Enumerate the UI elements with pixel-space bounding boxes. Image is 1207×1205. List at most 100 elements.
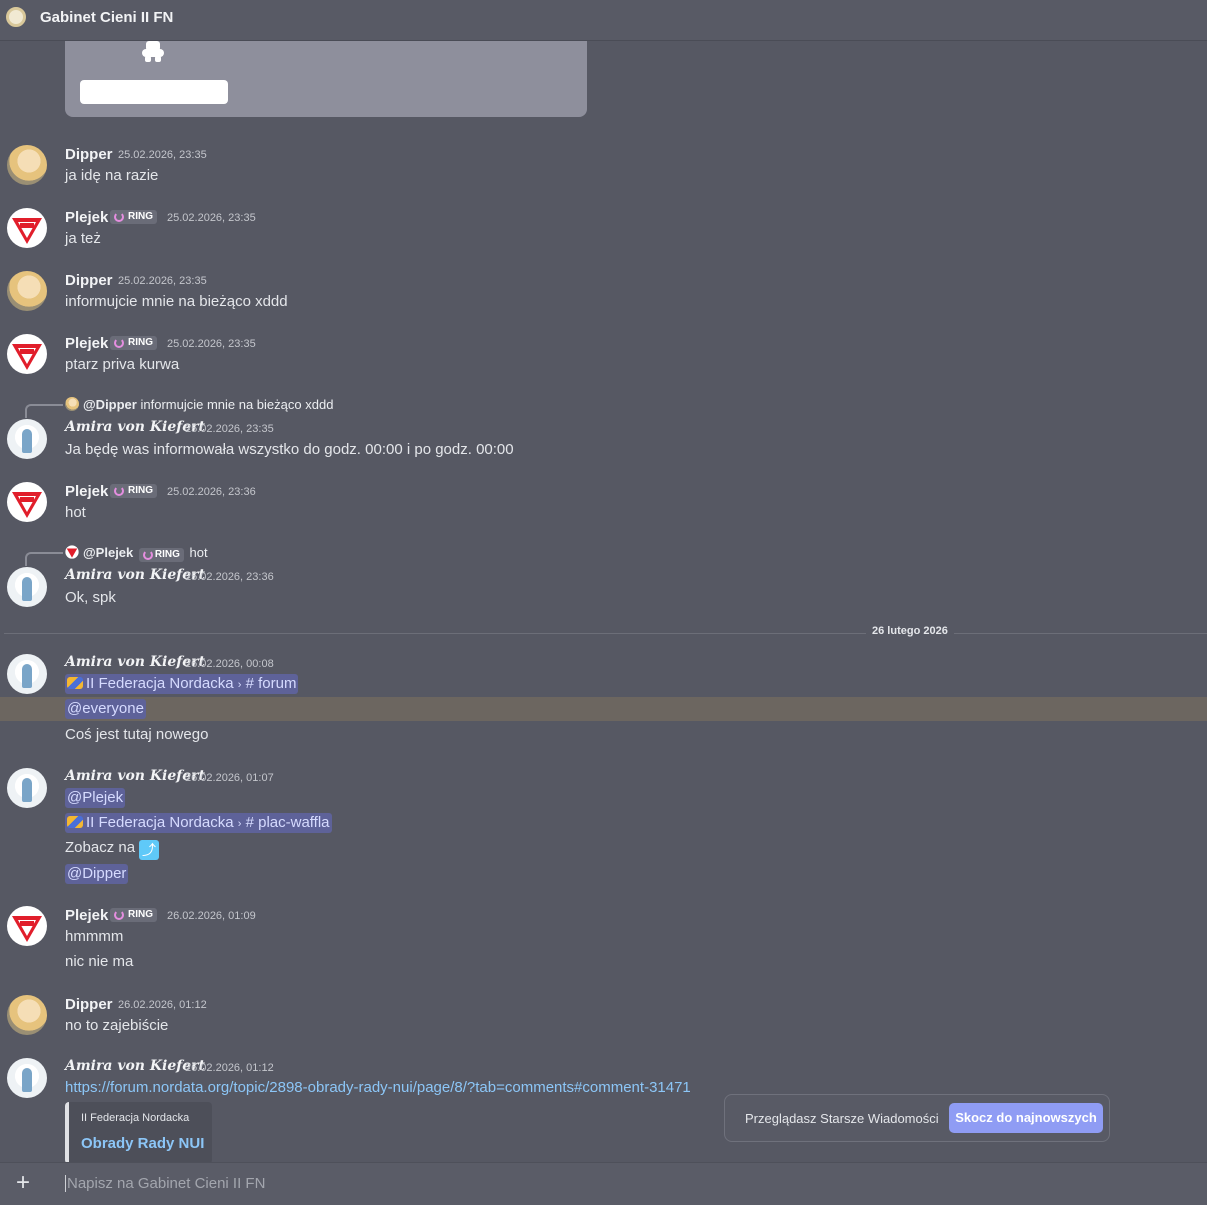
ring-icon: [114, 486, 124, 496]
embed-button[interactable]: [80, 80, 228, 104]
ring-icon: [142, 550, 153, 560]
jump-bar-label: Przeglądasz Starsze Wiadomości: [745, 1111, 939, 1126]
stop-sign-icon: [65, 545, 79, 559]
channel-title: Gabinet Cieni II FN: [40, 9, 174, 26]
plus-icon[interactable]: +: [16, 1171, 30, 1195]
timestamp: 26.02.2026, 01:07: [185, 772, 274, 784]
reply-preview[interactable]: @Plejek RING hot: [65, 545, 208, 562]
message-text: ptarz priva kurwa: [65, 356, 180, 373]
mention-highlight: [0, 697, 1207, 721]
user-mention[interactable]: @Dipper: [65, 864, 129, 884]
author-name[interactable]: Dipper: [65, 146, 113, 163]
timestamp: 25.02.2026, 23:35: [118, 275, 207, 287]
timestamp: 25.02.2026, 23:35: [167, 212, 256, 224]
jump-to-present-bar: Przeglądasz Starsze Wiadomości Skocz do …: [724, 1094, 1110, 1142]
ring-icon: [114, 212, 124, 222]
author-name[interactable]: Plejek: [65, 483, 108, 500]
author-name[interactable]: Amira von Kiefert: [65, 654, 205, 670]
robot-icon: [142, 41, 164, 62]
channel-name: # plac-waffla: [245, 814, 330, 831]
everyone-mention[interactable]: @everyone: [65, 699, 146, 719]
author-name[interactable]: Plejek: [65, 335, 108, 352]
channel-link[interactable]: II Federacja Nordacka › # forum: [65, 674, 299, 694]
avatar[interactable]: [7, 567, 47, 607]
avatar[interactable]: [7, 654, 47, 694]
avatar[interactable]: [7, 1058, 47, 1098]
message-text: no to zajebiście: [65, 1017, 169, 1034]
channel-name: # forum: [245, 675, 297, 692]
message-text: Coś jest tutaj nowego: [65, 726, 209, 743]
avatar[interactable]: [7, 768, 47, 808]
clan-tag[interactable]: RING: [110, 908, 157, 922]
avatar[interactable]: [7, 419, 47, 459]
message-text: Ok, spk: [65, 589, 116, 606]
tag-label: RING: [128, 909, 153, 920]
stop-sign-icon: [8, 907, 46, 945]
tag-label: RING: [154, 549, 180, 560]
author-name[interactable]: Amira von Kiefert: [65, 567, 205, 583]
author-name[interactable]: Plejek: [65, 209, 108, 226]
author-name[interactable]: Dipper: [65, 272, 113, 289]
message-text: hmmmm: [65, 928, 124, 945]
embed-provider: II Federacja Nordacka: [81, 1112, 190, 1124]
server-flag-icon: [67, 677, 83, 689]
stop-sign-icon: [8, 209, 46, 247]
timestamp: 26.02.2026, 00:08: [185, 658, 274, 670]
clan-tag[interactable]: RING: [110, 484, 157, 498]
reply-preview[interactable]: @Dipper informujcie mnie na bieżąco xddd: [65, 397, 333, 412]
author-name[interactable]: Plejek: [65, 907, 108, 924]
tag-label: RING: [128, 485, 153, 496]
message-text: nic nie ma: [65, 953, 134, 970]
reply-connector: [25, 552, 63, 566]
user-mention[interactable]: @Plejek: [65, 788, 126, 808]
timestamp: 25.02.2026, 23:35: [185, 423, 274, 435]
link-embed: II Federacja Nordacka Obrady Rady NUI: [65, 1102, 212, 1164]
author-name[interactable]: Amira von Kiefert: [65, 768, 205, 784]
clan-tag[interactable]: RING: [138, 548, 184, 562]
timestamp: 26.02.2026, 01:12: [118, 999, 207, 1011]
message-text: Ja będę was informowała wszystko do godz…: [65, 441, 514, 458]
channel-separator: ›: [237, 818, 242, 830]
clan-tag[interactable]: RING: [110, 210, 157, 224]
avatar[interactable]: [7, 145, 47, 185]
clan-tag[interactable]: RING: [110, 336, 157, 350]
previous-embed: [65, 41, 587, 117]
message-text-part: Zobacz na: [65, 839, 136, 856]
message-link[interactable]: https://forum.nordata.org/topic/2898-obr…: [65, 1079, 691, 1096]
embed-title[interactable]: Obrady Rady NUI: [81, 1135, 204, 1152]
message-text: ja idę na razie: [65, 167, 159, 184]
date-divider-label: 26 lutego 2026: [866, 625, 954, 637]
date-divider: [4, 633, 1207, 634]
message-text: hot: [65, 504, 86, 521]
message-text: informujcie mnie na bieżąco xddd: [65, 293, 288, 310]
message-input[interactable]: Napisz na Gabinet Cieni II FN: [65, 1175, 265, 1192]
arrow-up-emoji-icon: ⤴: [139, 840, 160, 860]
avatar[interactable]: [7, 482, 47, 522]
avatar[interactable]: [7, 271, 47, 311]
author-name[interactable]: Dipper: [65, 996, 113, 1013]
jump-to-present-button[interactable]: Skocz do najnowszych: [949, 1103, 1103, 1133]
ring-icon: [114, 910, 124, 920]
channel-link[interactable]: II Federacja Nordacka › # plac-waffla: [65, 813, 332, 833]
reply-text: informujcie mnie na bieżąco xddd: [140, 397, 334, 412]
server-icon[interactable]: [6, 7, 26, 27]
reply-author[interactable]: @Plejek: [83, 545, 133, 560]
avatar[interactable]: [7, 995, 47, 1035]
reply-connector: [25, 404, 63, 418]
message-text: Zobacz na ⤴: [65, 839, 160, 860]
timestamp: 25.02.2026, 23:35: [118, 149, 207, 161]
avatar[interactable]: [7, 208, 47, 248]
timestamp: 26.02.2026, 01:09: [167, 910, 256, 922]
tag-label: RING: [128, 337, 153, 348]
stop-sign-icon: [8, 483, 46, 521]
avatar[interactable]: [7, 906, 47, 946]
server-flag-icon: [67, 816, 83, 828]
channel-server: II Federacja Nordacka: [86, 814, 234, 831]
timestamp: 25.02.2026, 23:36: [185, 571, 274, 583]
author-name[interactable]: Amira von Kiefert: [65, 419, 205, 435]
reply-author[interactable]: @Dipper: [83, 397, 137, 412]
avatar[interactable]: [7, 334, 47, 374]
channel-server: II Federacja Nordacka: [86, 675, 234, 692]
timestamp: 25.02.2026, 23:36: [167, 486, 256, 498]
author-name[interactable]: Amira von Kiefert: [65, 1058, 205, 1074]
